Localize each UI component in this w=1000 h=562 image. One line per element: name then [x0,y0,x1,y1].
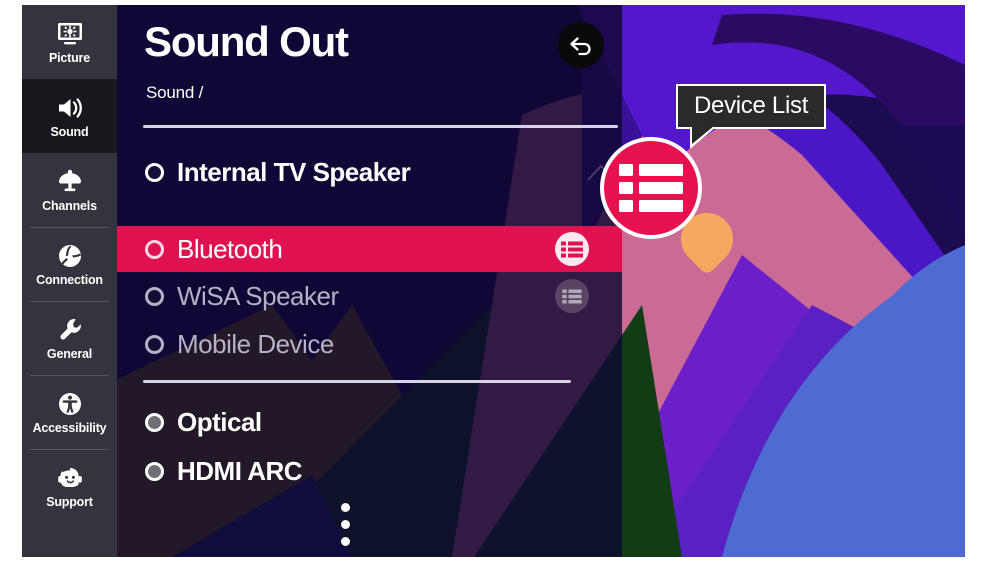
option-label: HDMI ARC [177,455,303,486]
option-label: Internal TV Speaker [177,156,411,187]
sidebar-item-connection[interactable]: Connection [22,227,117,301]
picture-icon [55,19,85,49]
option-row-optical[interactable]: Optical [117,399,622,445]
option-label: Mobile Device [177,328,334,359]
option-row-internal-tv-speaker[interactable]: Internal TV Speaker [117,149,622,195]
more-vertical-dots-icon[interactable] [341,503,351,554]
option-row-mobile-device[interactable]: Mobile Device [117,321,622,367]
settings-sidebar: Picture Sound Channels Connection Genera [22,5,117,557]
option-label: WiSA Speaker [177,280,339,311]
divider-top [143,125,618,128]
accessibility-icon [55,389,85,419]
sidebar-item-picture[interactable]: Picture [22,5,117,79]
option-row-hdmi-arc[interactable]: HDMI ARC [117,448,622,494]
device-list-icon [619,164,683,212]
scroll-dot [341,520,350,529]
network-globe-icon [55,241,85,271]
option-label: Bluetooth [177,233,283,264]
divider-middle [143,380,571,383]
sidebar-item-general[interactable]: General [22,301,117,375]
callout-tooltip-label: Device List [694,92,809,119]
sidebar-item-label: Channels [42,199,97,214]
back-button[interactable] [558,22,604,68]
sidebar-item-label: Support [46,495,93,510]
scroll-dot [341,503,350,512]
sidebar-item-label: Sound [50,125,89,140]
sidebar-item-label: General [46,347,93,362]
radio-unselected [145,239,164,259]
tv-settings-screen: Picture Sound Channels Connection Genera [0,0,1000,562]
satellite-dish-icon [55,167,85,197]
sidebar-item-sound[interactable]: Sound [22,79,117,153]
option-row-bluetooth[interactable]: Bluetooth [117,226,622,272]
option-label: Optical [177,406,262,437]
sidebar-item-label: Accessibility [32,421,107,436]
magnified-device-list-icon [600,137,702,239]
scroll-dot [341,537,350,546]
breadcrumb: Sound / [146,83,204,102]
callout-tooltip: Device List [676,84,827,150]
device-list-icon[interactable] [555,232,589,266]
back-arrow-icon [568,33,594,57]
radio-unselected [145,334,164,354]
settings-panel-content: Sound Out Sound / Internal TV Speaker Bl… [117,5,622,557]
sidebar-item-label: Picture [49,51,90,66]
wrench-icon [55,315,85,345]
radio-unselected [145,162,164,182]
page-title: Sound Out [144,18,349,65]
sidebar-item-accessibility[interactable]: Accessibility [22,375,117,449]
radio-unselected-grey [145,412,164,432]
radio-unselected-grey [145,461,164,481]
sidebar-item-support[interactable]: Support [22,449,117,523]
radio-unselected [145,286,164,306]
option-row-wisa-speaker[interactable]: WiSA Speaker [117,273,622,319]
device-list-icon[interactable] [555,279,589,313]
speaker-icon [55,93,85,123]
headset-agent-icon [55,463,85,493]
sidebar-item-label: Connection [36,273,103,288]
sidebar-item-channels[interactable]: Channels [22,153,117,227]
